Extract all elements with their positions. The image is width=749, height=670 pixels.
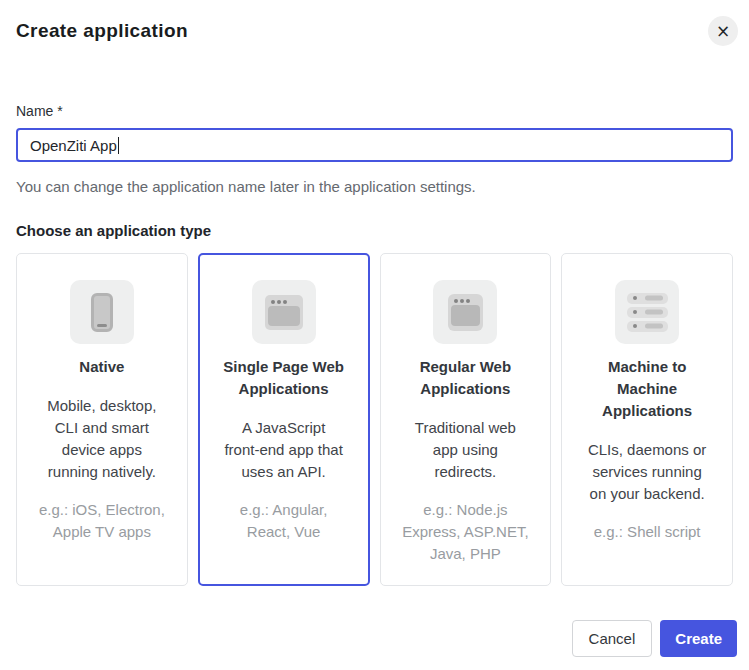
card-title: Single Page Web Applications xyxy=(212,356,356,400)
mobile-phone-icon xyxy=(70,280,134,344)
cancel-button[interactable]: Cancel xyxy=(572,620,653,657)
card-regular-web[interactable]: Regular Web Applications Traditional web… xyxy=(380,253,552,586)
card-description: A JavaScript front-end app that uses an … xyxy=(212,417,356,483)
create-application-dialog: Create application × Name * OpenZiti App… xyxy=(0,0,749,670)
card-machine-to-machine[interactable]: Machine to Machine Applications CLIs, da… xyxy=(561,253,733,586)
name-hint: You can change the application name late… xyxy=(16,178,733,195)
card-native[interactable]: Native Mobile, desktop, CLI and smart de… xyxy=(16,253,188,586)
dialog-header: Create application × xyxy=(16,0,733,46)
name-field: Name * OpenZiti App You can change the a… xyxy=(16,103,733,195)
card-examples: e.g.: Angular, React, Vue xyxy=(212,499,356,543)
card-description: Mobile, desktop, CLI and smart device ap… xyxy=(30,395,174,483)
text-caret xyxy=(118,137,119,154)
name-input[interactable]: OpenZiti App xyxy=(16,128,733,162)
application-type-cards: Native Mobile, desktop, CLI and smart de… xyxy=(16,253,733,586)
browser-window-icon xyxy=(252,280,316,344)
dialog-title: Create application xyxy=(16,20,733,42)
close-button[interactable]: × xyxy=(708,16,738,46)
card-examples: e.g.: Shell script xyxy=(575,521,719,543)
server-list-icon xyxy=(615,280,679,344)
card-single-page-web[interactable]: Single Page Web Applications A JavaScrip… xyxy=(198,253,370,586)
card-examples: e.g.: Node.js Express, ASP.NET, Java, PH… xyxy=(394,499,538,565)
choose-type-label: Choose an application type xyxy=(16,222,733,239)
card-title: Regular Web Applications xyxy=(394,356,538,400)
create-button[interactable]: Create xyxy=(660,620,737,657)
card-description: CLIs, daemons or services running on you… xyxy=(575,439,719,505)
name-label: Name * xyxy=(16,103,733,119)
dialog-footer: Cancel Create xyxy=(572,620,737,657)
card-title: Native xyxy=(30,356,174,378)
card-title: Machine to Machine Applications xyxy=(575,356,719,422)
web-server-window-icon xyxy=(433,280,497,344)
required-marker: * xyxy=(57,103,62,119)
name-input-value: OpenZiti App xyxy=(30,137,117,154)
card-examples: e.g.: iOS, Electron, Apple TV apps xyxy=(30,499,174,543)
close-icon: × xyxy=(716,23,730,40)
card-description: Traditional web app using redirects. xyxy=(394,417,538,483)
